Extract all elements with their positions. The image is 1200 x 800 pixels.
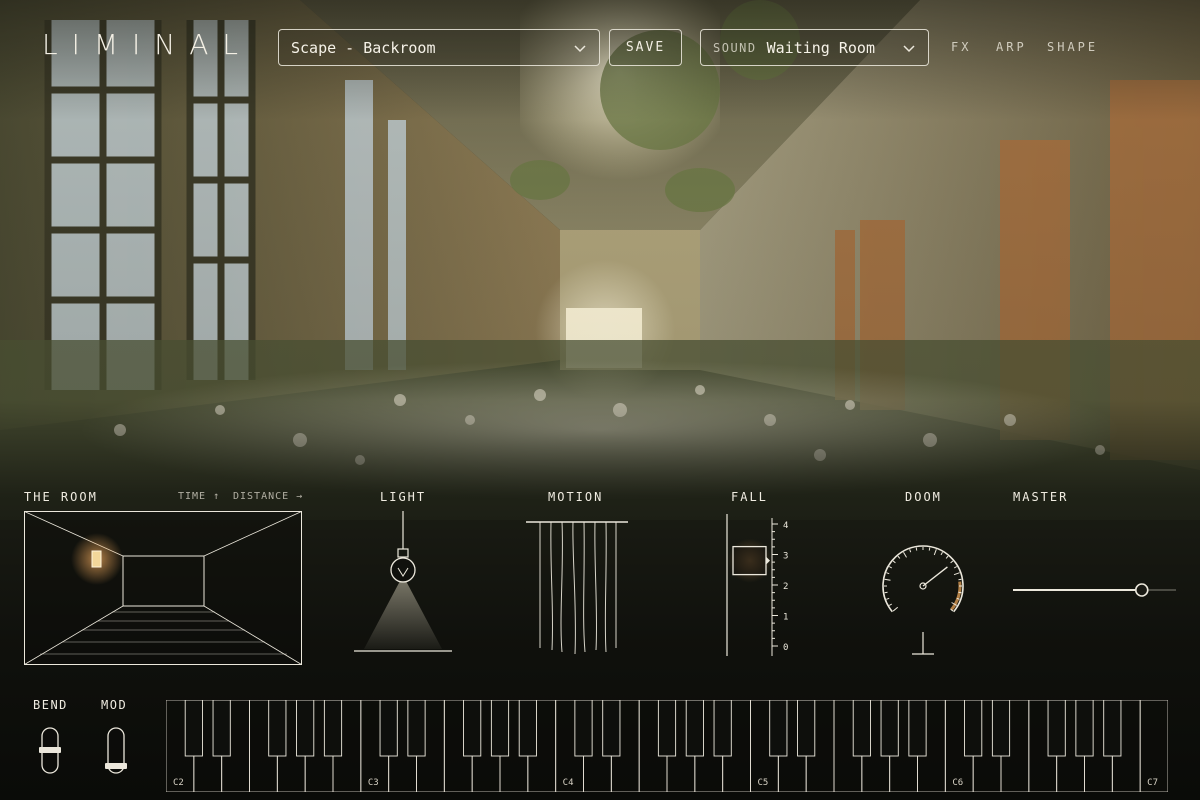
- black-key[interactable]: [685, 700, 704, 757]
- octave-label: C3: [368, 778, 379, 788]
- doom-gauge-tick: [884, 578, 891, 581]
- black-key[interactable]: [908, 700, 927, 757]
- doom-gauge-tick: [933, 549, 937, 556]
- fall-scale-label: 0: [783, 643, 788, 653]
- doom-gauge-tick: [945, 555, 949, 559]
- room-title: THE ROOM: [24, 490, 98, 504]
- black-key[interactable]: [797, 700, 816, 757]
- motion-control[interactable]: [524, 516, 630, 656]
- doom-gauge-tick: [940, 551, 943, 556]
- doom-gauge-tick: [953, 572, 960, 576]
- doom-gauge-tick: [886, 572, 890, 575]
- sound-value: Waiting Room: [766, 38, 875, 57]
- fall-scale-label: 3: [783, 552, 788, 562]
- master-slider-knob[interactable]: [1134, 583, 1149, 597]
- bend-label: BEND: [33, 698, 68, 712]
- doom-needle: [922, 566, 948, 587]
- doom-gauge-tick: [915, 547, 918, 551]
- black-key[interactable]: [212, 700, 231, 757]
- black-key[interactable]: [490, 700, 510, 757]
- preset-value: Scape - Backroom: [291, 38, 436, 57]
- fall-scale-label: 1: [783, 613, 788, 623]
- black-key[interactable]: [407, 700, 426, 757]
- black-key[interactable]: [268, 700, 287, 757]
- doom-gauge-tick: [888, 566, 893, 569]
- black-key[interactable]: [184, 700, 203, 757]
- black-key[interactable]: [852, 700, 871, 757]
- doom-gauge[interactable]: [878, 540, 968, 658]
- doom-title: DOOM: [905, 490, 942, 504]
- pitch-bend-wheel[interactable]: [38, 727, 62, 775]
- black-key[interactable]: [713, 700, 732, 757]
- black-key[interactable]: [463, 700, 482, 757]
- piano-keyboard[interactable]: C2 C3 C4 C5 C6 C7: [166, 700, 1168, 792]
- mod-wheel[interactable]: [104, 727, 128, 775]
- tab-arp[interactable]: ARP: [996, 40, 1027, 54]
- doom-gauge-tick: [958, 578, 962, 581]
- chevron-down-icon: [574, 44, 586, 52]
- room-position-handle[interactable]: [91, 550, 102, 568]
- fall-slider-handle[interactable]: [728, 538, 772, 583]
- doom-gauge-tick: [950, 560, 954, 564]
- black-key[interactable]: [964, 700, 983, 757]
- doom-gauge-tick: [909, 549, 912, 553]
- black-key[interactable]: [574, 700, 593, 757]
- doom-gauge-tick: [892, 606, 899, 612]
- light-title: LIGHT: [380, 490, 427, 504]
- black-key[interactable]: [323, 700, 343, 757]
- doom-gauge-tick: [958, 591, 962, 594]
- save-button[interactable]: SAVE: [609, 29, 682, 66]
- fall-scale-label: 4: [783, 521, 788, 531]
- room-hint-distance: DISTANCE →: [233, 491, 304, 502]
- black-key[interactable]: [296, 700, 315, 757]
- sound-select[interactable]: SOUND Waiting Room: [700, 29, 929, 66]
- preset-select[interactable]: Scape - Backroom: [278, 29, 600, 66]
- octave-label: C7: [1147, 778, 1158, 788]
- black-key[interactable]: [518, 700, 537, 757]
- master-title: MASTER: [1013, 490, 1069, 504]
- doom-gauge-tick: [897, 555, 901, 559]
- tab-fx[interactable]: FX: [951, 40, 971, 54]
- sound-label: SOUND: [713, 40, 757, 55]
- octave-label: C4: [563, 778, 574, 788]
- black-key[interactable]: [1075, 700, 1094, 757]
- mod-label: MOD: [101, 698, 128, 712]
- tab-shape[interactable]: SHAPE: [1047, 40, 1098, 54]
- black-key[interactable]: [602, 700, 621, 757]
- fall-slider[interactable]: 4 3 2 1 0: [720, 514, 800, 658]
- fall-title: FALL: [731, 490, 768, 504]
- black-key[interactable]: [1047, 700, 1066, 757]
- app-logo: LIMINAL: [42, 28, 252, 61]
- background-hallway-image: [0, 0, 1200, 800]
- light-control[interactable]: [352, 511, 456, 655]
- room-hint-time: TIME ↑: [178, 491, 221, 502]
- fall-scale-label: 2: [783, 582, 788, 592]
- doom-gauge-tick: [888, 603, 893, 606]
- black-key[interactable]: [880, 700, 899, 757]
- motion-title: MOTION: [548, 490, 604, 504]
- doom-gauge-tick: [886, 597, 890, 600]
- black-key[interactable]: [657, 700, 677, 757]
- bulb-icon: [390, 557, 416, 583]
- master-slider[interactable]: [1010, 580, 1180, 600]
- black-key[interactable]: [1103, 700, 1122, 757]
- doom-gauge-tick: [928, 547, 931, 551]
- octave-label: C5: [758, 778, 769, 788]
- room-xy-pad[interactable]: [24, 511, 302, 665]
- black-key[interactable]: [769, 700, 788, 757]
- black-key[interactable]: [379, 700, 398, 757]
- doom-gauge-tick: [892, 560, 896, 564]
- doom-gauge-tick: [953, 566, 958, 569]
- doom-gauge-tick: [884, 591, 888, 594]
- octave-label: C6: [952, 778, 963, 788]
- chevron-down-icon: [903, 44, 915, 52]
- black-key[interactable]: [991, 700, 1011, 757]
- octave-label: C2: [173, 778, 184, 788]
- doom-gauge-tick: [903, 551, 907, 558]
